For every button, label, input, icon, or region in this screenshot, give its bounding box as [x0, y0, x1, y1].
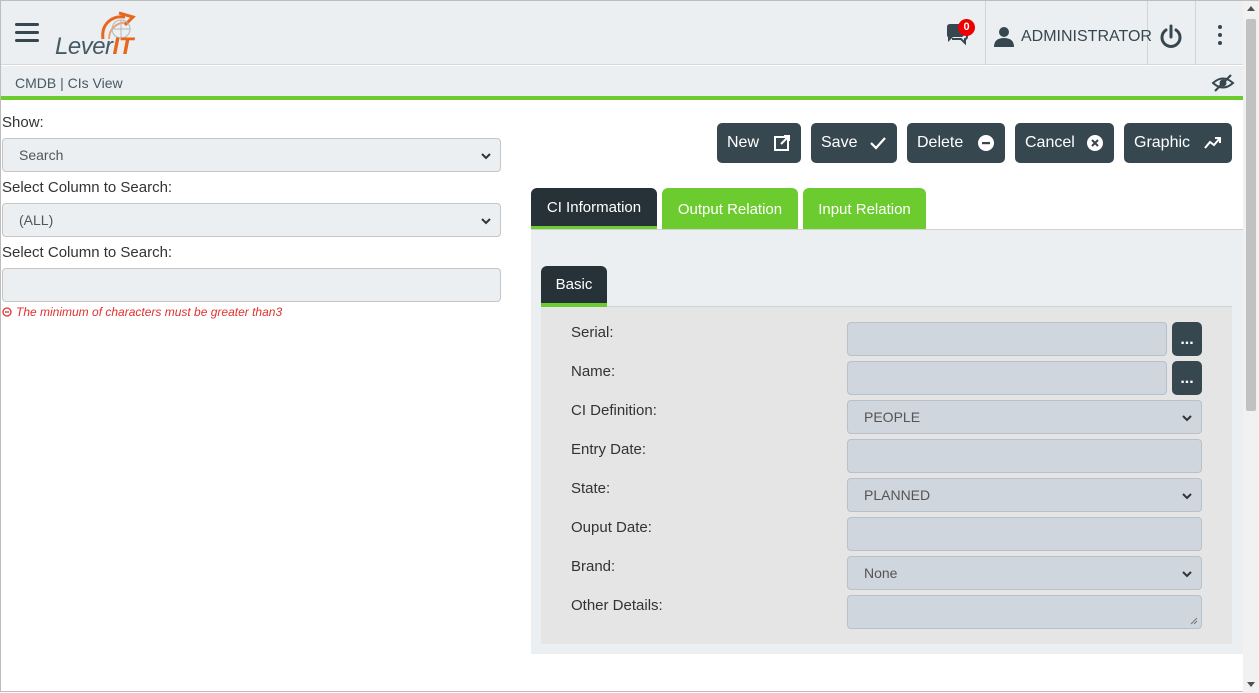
serial-lookup-button[interactable]: ... — [1172, 322, 1202, 356]
tab-ci-information[interactable]: CI Information — [531, 188, 657, 230]
notification-badge: 0 — [958, 19, 975, 36]
ci-definition-label: CI Definition: — [571, 402, 657, 419]
logo-text-main: Lever — [55, 33, 113, 60]
user-icon — [994, 27, 1014, 47]
cancel-button[interactable]: Cancel — [1015, 123, 1114, 163]
scroll-thumb[interactable] — [1246, 19, 1256, 411]
chevron-down-icon — [1182, 493, 1192, 500]
brand-select[interactable]: None — [847, 556, 1202, 590]
chevron-down-icon — [481, 218, 491, 225]
notifications-button[interactable]: 0 — [943, 19, 975, 51]
column-select-value: (ALL) — [19, 212, 54, 228]
entry-date-label: Entry Date: — [571, 441, 647, 458]
error-icon — [2, 307, 12, 317]
tab-input-relation[interactable]: Input Relation — [803, 188, 926, 230]
search-input[interactable] — [2, 268, 501, 302]
serial-input[interactable] — [847, 322, 1167, 356]
breadcrumb: CMDB | CIs View — [15, 75, 123, 91]
separator — [985, 1, 986, 65]
other-details-label: Other Details: — [571, 597, 663, 614]
show-select[interactable]: Search — [2, 138, 501, 172]
name-input[interactable] — [847, 361, 1167, 395]
scroll-up-arrow[interactable] — [1247, 6, 1255, 11]
search-label: Select Column to Search: — [2, 244, 173, 261]
show-select-value: Search — [19, 147, 64, 163]
power-icon[interactable] — [1157, 23, 1185, 51]
subtab-divider — [607, 306, 1232, 307]
state-select[interactable]: PLANNED — [847, 478, 1202, 512]
name-label: Name: — [571, 363, 616, 380]
other-details-textarea[interactable] — [847, 595, 1202, 629]
tab-output-relation[interactable]: Output Relation — [662, 188, 798, 230]
chevron-down-icon — [481, 153, 491, 160]
output-date-label: Ouput Date: — [571, 519, 652, 536]
check-icon — [870, 137, 886, 150]
trend-up-icon — [1204, 137, 1221, 149]
show-label: Show: — [2, 114, 44, 131]
chevron-down-icon — [1182, 415, 1192, 422]
column-label: Select Column to Search: — [2, 179, 173, 196]
state-label: State: — [571, 480, 611, 497]
delete-button[interactable]: Delete — [907, 123, 1005, 163]
user-menu[interactable]: ADMINISTRATOR — [993, 25, 1152, 49]
new-button[interactable]: New — [717, 123, 801, 163]
separator — [1195, 1, 1196, 65]
brand-label: Brand: — [571, 558, 616, 575]
error-message: The minimum of characters must be greate… — [2, 305, 282, 319]
user-name: ADMINISTRATOR — [1021, 28, 1152, 45]
form-panel — [541, 306, 1232, 644]
subtab-basic[interactable]: Basic — [541, 266, 607, 307]
minus-circle-icon — [978, 135, 994, 151]
chevron-down-icon — [1182, 571, 1192, 578]
save-button[interactable]: Save — [811, 123, 897, 163]
output-date-input[interactable] — [847, 517, 1202, 551]
name-lookup-button[interactable]: ... — [1172, 361, 1202, 395]
breadcrumb-bar: CMDB | CIs View — [1, 66, 1243, 100]
entry-date-input[interactable] — [847, 439, 1202, 473]
error-text: The minimum of characters must be greate… — [16, 305, 283, 319]
ci-definition-select[interactable]: PEOPLE — [847, 400, 1202, 434]
kebab-icon[interactable] — [1211, 25, 1229, 49]
logo-text-accent: IT — [112, 33, 134, 60]
logo[interactable]: LeverIT — [53, 9, 143, 60]
serial-label: Serial: — [571, 324, 614, 341]
menu-icon[interactable] — [15, 23, 39, 43]
eye-slash-icon[interactable] — [1211, 73, 1235, 93]
top-bar: LeverIT 0 ADMINISTRATOR — [1, 1, 1243, 65]
scroll-down-arrow[interactable] — [1247, 682, 1255, 687]
resize-handle-icon[interactable] — [1190, 617, 1198, 625]
column-select[interactable]: (ALL) — [2, 203, 501, 237]
close-circle-icon — [1087, 135, 1103, 151]
external-link-icon — [774, 135, 790, 151]
graphic-button[interactable]: Graphic — [1124, 123, 1232, 163]
page-scrollbar[interactable] — [1243, 1, 1259, 693]
